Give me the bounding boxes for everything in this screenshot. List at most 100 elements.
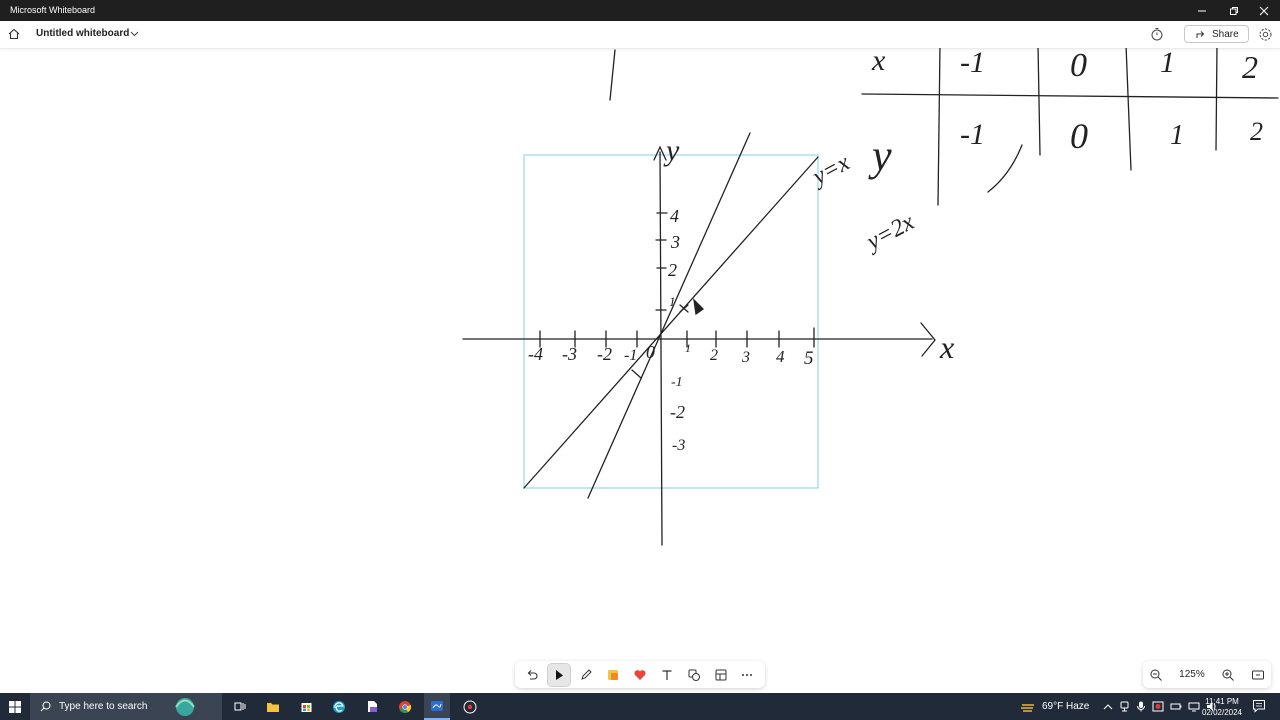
table-cell: -1 (960, 118, 985, 151)
x-tick-label: -4 (528, 344, 543, 364)
security-alert-icon[interactable] (1152, 701, 1164, 712)
table-cell: 1 (1170, 120, 1184, 151)
board-title[interactable]: Untitled whiteboard (36, 28, 129, 39)
edge-icon (333, 700, 345, 713)
more-button[interactable] (736, 664, 758, 686)
y-tick-label: -1 (671, 375, 683, 390)
sticky-note-tool[interactable] (602, 664, 624, 686)
store-icon (301, 703, 311, 712)
heart-icon (634, 669, 646, 680)
taskbar-app-file-explorer[interactable] (262, 693, 284, 720)
taskbar-app-whiteboard[interactable] (424, 693, 450, 720)
whiteboard-icon (431, 700, 443, 711)
search-highlight-icon (175, 697, 196, 716)
taskbar-app-edge[interactable] (328, 693, 350, 720)
line-label-y-equals-x: y=x (807, 150, 854, 192)
table-cell: 0 (1070, 116, 1088, 156)
clock-date: 02/02/2024 (1201, 708, 1243, 717)
document-icon (367, 701, 377, 712)
app-header: Untitled whiteboard Share (0, 21, 1280, 49)
taskbar-clock[interactable]: 11:41 PM 02/02/2024 (1198, 696, 1246, 718)
battery-icon[interactable] (1170, 701, 1182, 712)
y-tick-label: -2 (670, 402, 685, 422)
taskbar-app-recorder[interactable] (459, 693, 481, 720)
undo-button[interactable] (521, 664, 543, 686)
templates-tool[interactable] (710, 664, 732, 686)
title-bar: Microsoft Whiteboard (0, 0, 1280, 21)
timer-icon[interactable] (1150, 27, 1164, 41)
chevron-up-icon[interactable] (1103, 702, 1113, 712)
cursor-arrow (693, 298, 705, 316)
weather-text[interactable]: 69°F Haze (1042, 701, 1089, 712)
share-button[interactable]: Share (1184, 25, 1249, 43)
fit-to-screen-icon[interactable] (1251, 668, 1265, 682)
table-cell: x (871, 48, 886, 77)
x-tick-label: 4 (776, 347, 785, 366)
table-cell: 2 (1242, 49, 1258, 85)
start-button[interactable] (0, 693, 30, 720)
x-tick-label: 5 (804, 348, 814, 369)
undo-icon (528, 669, 538, 680)
search-icon (40, 701, 51, 712)
system-tray: 69°F Haze (1020, 693, 1218, 720)
table-col-divider (937, 48, 941, 206)
table-cell: -1 (960, 48, 985, 79)
y-tick-label: -3 (672, 437, 685, 454)
more-icon (742, 673, 753, 676)
shapes-tool[interactable] (683, 664, 705, 686)
folder-icon (267, 702, 279, 712)
home-button[interactable] (6, 26, 22, 42)
taskbar-app-store[interactable] (295, 693, 317, 720)
line-label-y-equals-2x: y=2x (861, 209, 919, 256)
text-tool[interactable] (656, 664, 678, 686)
notification-icon[interactable] (1252, 699, 1266, 713)
templates-icon (715, 669, 727, 680)
window-title: Microsoft Whiteboard (10, 5, 96, 15)
select-icon (556, 669, 564, 680)
zoom-out-icon[interactable] (1149, 668, 1163, 682)
y-axis-label: y (663, 134, 680, 167)
select-tool[interactable] (547, 662, 572, 687)
x-tick-label: 3 (741, 349, 750, 366)
search-placeholder: Type here to search (59, 701, 148, 712)
recorder-icon (463, 700, 477, 713)
home-icon (8, 28, 20, 40)
webcam-icon[interactable] (1119, 701, 1130, 712)
taskbar-app-chrome[interactable] (394, 693, 416, 720)
y-axis (659, 151, 663, 546)
pen-icon (581, 668, 592, 680)
x-tick-label: -2 (597, 344, 612, 364)
taskbar-app-document[interactable] (361, 693, 383, 720)
x-tick-label: -1 (624, 347, 637, 364)
windows-icon (9, 700, 21, 713)
ink-stroke (987, 144, 1023, 193)
chrome-icon (399, 700, 412, 713)
zoom-level[interactable]: 125% (1179, 669, 1205, 680)
close-button[interactable] (1248, 0, 1280, 21)
share-label: Share (1212, 28, 1239, 40)
sticky-note-icon (608, 669, 619, 680)
taskbar-search[interactable]: Type here to search (30, 693, 222, 720)
minimize-button[interactable] (1186, 0, 1218, 21)
y-tick-label: 1 (669, 294, 676, 309)
gear-icon[interactable] (1258, 27, 1273, 42)
tool-palette (515, 661, 765, 688)
zoom-in-icon[interactable] (1221, 668, 1235, 682)
x-axis-label: x (939, 329, 954, 365)
x-tick-label: 1 (685, 341, 691, 355)
task-view-button[interactable] (228, 693, 250, 720)
chevron-down-icon[interactable] (130, 29, 139, 38)
ink-layer: x y -4 -3 -2 -1 0 1 2 3 4 5 4 3 2 1 -1 -… (462, 48, 1279, 546)
ink-stroke (609, 49, 616, 101)
table-cell: 1 (1160, 48, 1175, 79)
restore-button[interactable] (1218, 0, 1250, 21)
zoom-control: 125% (1143, 661, 1271, 688)
pen-tool[interactable] (575, 664, 597, 686)
whiteboard-canvas[interactable]: x y -4 -3 -2 -1 0 1 2 3 4 5 4 3 2 1 -1 -… (0, 48, 1280, 693)
microphone-icon[interactable] (1136, 701, 1146, 712)
task-view-icon (234, 702, 245, 711)
reaction-tool[interactable] (629, 664, 651, 686)
table-cell: 0 (1070, 48, 1087, 84)
x-tick-label: -3 (562, 344, 577, 364)
clock-time: 11:41 PM (1205, 697, 1239, 706)
